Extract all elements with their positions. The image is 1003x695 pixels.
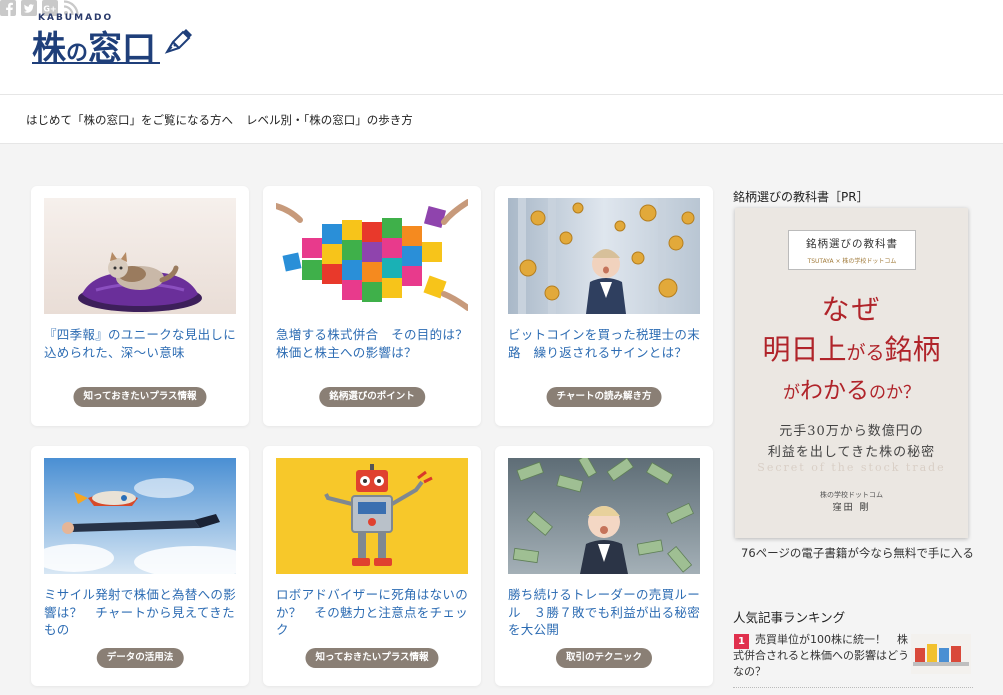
ranking-item[interactable]: 1 売買単位が100株に統一！ 株式併合されると株価への影響はどうなの？ xyxy=(733,632,973,688)
article-thumbnail-rocket[interactable] xyxy=(44,458,236,574)
article-title[interactable]: ロボアドバイザーに死角はないのか？ その魅力と注意点をチェック xyxy=(276,586,470,639)
site-logo[interactable]: KABUMADO 株の窓口 xyxy=(30,12,200,69)
site-header: KABUMADO 株の窓口 G+ xyxy=(0,0,1003,94)
article-title[interactable]: 『四季報』のユニークな見出しに込められた、深〜い意味 xyxy=(44,326,238,361)
book-watermark-text: Secret of the stock trade xyxy=(757,461,946,474)
book-headline-3: がわかるのか？ xyxy=(783,378,920,404)
category-badge[interactable]: 知っておきたいプラス情報 xyxy=(305,648,439,668)
article-card-1[interactable]: 『四季報』のユニークな見出しに込められた、深〜い意味 知っておきたいプラス情報 xyxy=(31,186,249,426)
nav-item-levels[interactable]: レベル別・「株の窓口」の歩き方 xyxy=(246,112,413,128)
article-title[interactable]: ミサイル発射で株価と為替への影響は？ チャートから見えてきたもの xyxy=(44,586,238,639)
category-badge[interactable]: 知っておきたいプラス情報 xyxy=(73,387,207,407)
ranking-heading: 人気記事ランキング xyxy=(733,610,846,625)
book-header-sub: TSUTAYA × 株の学校ドットコム xyxy=(807,258,897,265)
ranking-thumbnail[interactable] xyxy=(911,634,971,674)
article-thumbnail-puzzle[interactable] xyxy=(276,198,468,314)
article-title[interactable]: 勝ち続けるトレーダーの売買ルール ３勝７敗でも利益が出る秘密を大公開 xyxy=(508,586,702,639)
logo-underline xyxy=(32,62,160,64)
article-thumbnail-robot[interactable] xyxy=(276,458,468,574)
facebook-icon[interactable] xyxy=(0,0,21,20)
article-title[interactable]: ビットコインを買った税理士の末路 繰り返されるサインとは？ xyxy=(508,326,702,361)
book-author: 窪田 剛 xyxy=(832,503,871,513)
article-card-4[interactable]: ミサイル発射で株価と為替への影響は？ チャートから見えてきたもの データの活用法 xyxy=(31,446,249,686)
article-card-6[interactable]: 勝ち続けるトレーダーの売買ルール ３勝７敗でも利益が出る秘密を大公開 取引のテク… xyxy=(495,446,713,686)
category-badge[interactable]: 銘柄選びのポイント xyxy=(319,387,425,407)
book-header-box: 銘柄選びの教科書 TSUTAYA × 株の学校ドットコム xyxy=(788,230,916,270)
book-subtitle-1: 元手30万から数億円の xyxy=(779,424,924,439)
article-thumbnail-cat[interactable] xyxy=(44,198,236,314)
ebook-banner[interactable]: 銘柄選びの教科書 TSUTAYA × 株の学校ドットコム なぜ 明日上がる銘柄 … xyxy=(735,208,968,538)
article-thumbnail-money[interactable] xyxy=(508,458,700,574)
ebook-caption-link[interactable]: 76ページの電子書籍が今なら無料で手に入る xyxy=(741,545,974,561)
article-card-2[interactable]: 急増する株式併合 その目的は？ 株価と株主への影響は？ 銘柄選びのポイント xyxy=(263,186,481,426)
book-headline-2: 明日上がる銘柄 xyxy=(762,333,941,366)
book-header-title: 銘柄選びの教科書 xyxy=(806,238,898,250)
article-card-3[interactable]: ビットコインを買った税理士の末路 繰り返されるサインとは？ チャートの読み解き方 xyxy=(495,186,713,426)
ranking-item-title[interactable]: 売買単位が100株に統一！ 株式併合されると株価への影響はどうなの？ xyxy=(733,632,911,680)
article-thumbnail-coins[interactable] xyxy=(508,198,700,314)
article-card-5[interactable]: ロボアドバイザーに死角はないのか？ その魅力と注意点をチェック 知っておきたいプ… xyxy=(263,446,481,686)
book-publisher: 株の学校ドットコム xyxy=(820,491,883,499)
nav-item-beginners[interactable]: はじめて「株の窓口」をご覧になる方へ xyxy=(26,112,233,128)
article-title[interactable]: 急増する株式併合 その目的は？ 株価と株主への影響は？ xyxy=(276,326,481,361)
category-badge[interactable]: 取引のテクニック xyxy=(555,648,653,668)
category-badge[interactable]: チャートの読み解き方 xyxy=(546,387,662,407)
category-badge[interactable]: データの活用法 xyxy=(96,648,184,668)
global-nav: はじめて「株の窓口」をご覧になる方へ レベル別・「株の窓口」の歩き方 xyxy=(0,94,1003,144)
book-headline-1: なぜ xyxy=(821,293,882,326)
sidebar-ad-heading: 銘柄選びの教科書［PR］ xyxy=(733,190,869,204)
book-subtitle-2: 利益を出してきた株の秘密 xyxy=(767,445,936,460)
fountain-pen-icon xyxy=(164,29,192,54)
